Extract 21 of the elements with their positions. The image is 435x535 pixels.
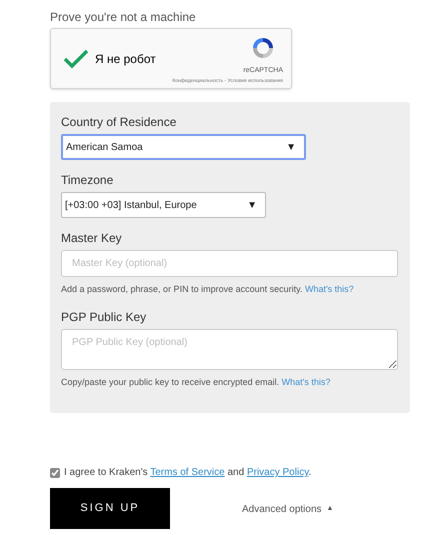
sign-up-button[interactable]: SIGN UP [50,488,170,529]
text-area[interactable]: PGP Public Key (optional) [61,328,398,370]
dropdown[interactable]: American Samoa ▼ [61,134,306,160]
checkbox[interactable] [50,468,60,478]
captcha-heading: Prove you're not a machine [50,9,197,25]
input-field[interactable]: Master Key (optional) [61,250,398,277]
help-text: Copy/paste your public key to receive encrypted email. What's this? [61,376,332,389]
captcha-label: Я не робот [95,50,156,68]
field-label: PGP Public Key [61,308,148,324]
field-label: Master Key [61,230,123,246]
help-link[interactable]: What's this? [304,284,354,294]
field-label: Timezone [61,172,114,188]
dropdown[interactable]: [+03:00 +03] Istanbul, Europe ▼ [61,192,266,218]
caret-icon: ▼ [247,198,257,212]
caret-icon: ▼ [286,140,296,154]
field-label: Country of Residence [61,114,178,130]
help-text: Add a password, phrase, or PIN to improve account security. What's this? [61,283,355,296]
help-link[interactable]: What's this? [282,376,330,386]
link[interactable]: Privacy Policy [246,467,308,478]
link[interactable]: Terms of Service [150,467,225,478]
agreement-text: I agree to Kraken's Terms of Service and Privacy Policy. [64,466,312,480]
